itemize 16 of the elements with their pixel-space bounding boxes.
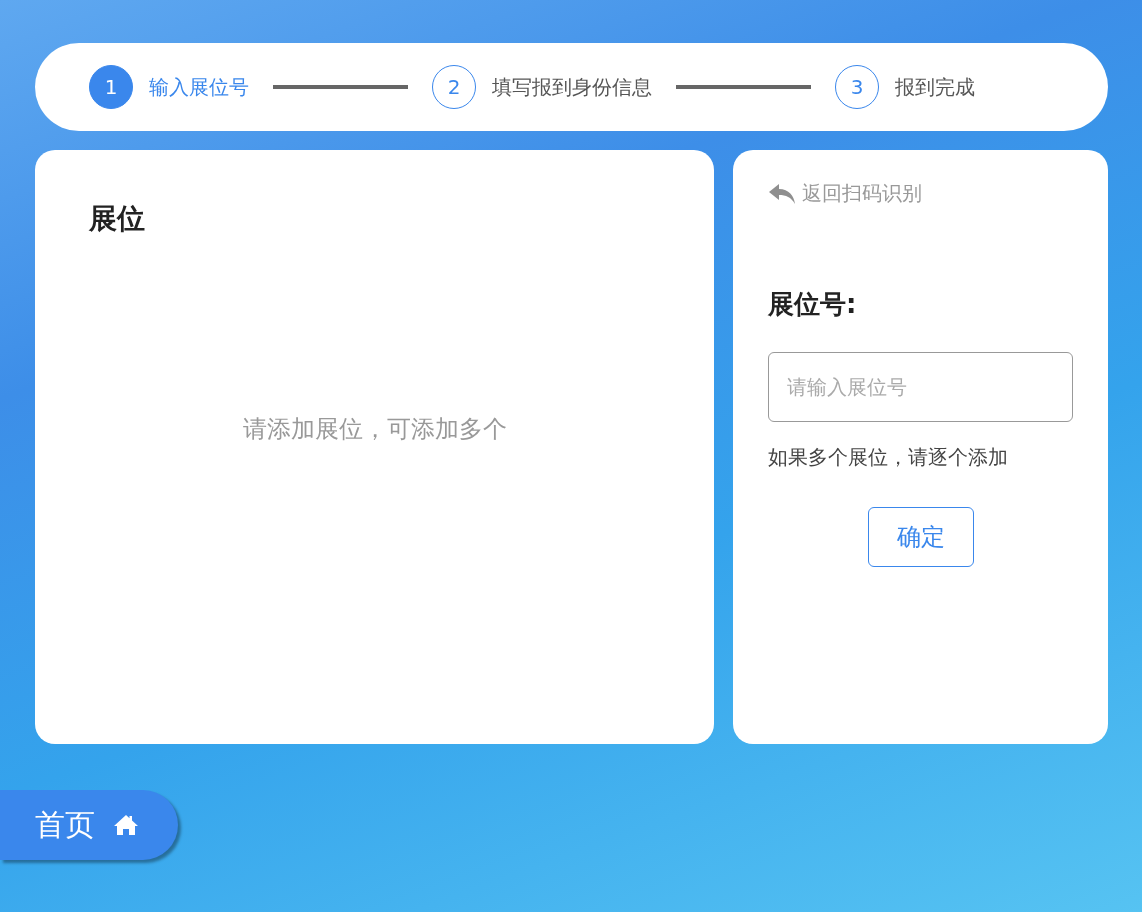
step-number: 1: [89, 65, 133, 109]
step-label: 填写报到身份信息: [492, 73, 652, 101]
reply-arrow-icon: [768, 181, 796, 206]
step-label: 报到完成: [895, 73, 975, 101]
home-icon: [113, 814, 139, 836]
step-number: 3: [835, 65, 879, 109]
step-number: 2: [432, 65, 476, 109]
back-link[interactable]: 返回扫码识别: [768, 180, 922, 207]
booth-number-input[interactable]: 请输入展位号: [768, 352, 1073, 422]
step-label: 输入展位号: [149, 73, 249, 101]
empty-message: 请添加展位，可添加多个: [241, 414, 508, 445]
hint-text: 如果多个展位，请逐个添加: [768, 444, 1009, 471]
home-button[interactable]: 首页: [0, 790, 178, 860]
field-label: 展位号:: [768, 288, 858, 321]
confirm-button[interactable]: 确定: [867, 507, 974, 567]
booth-title: 展位: [89, 201, 146, 237]
